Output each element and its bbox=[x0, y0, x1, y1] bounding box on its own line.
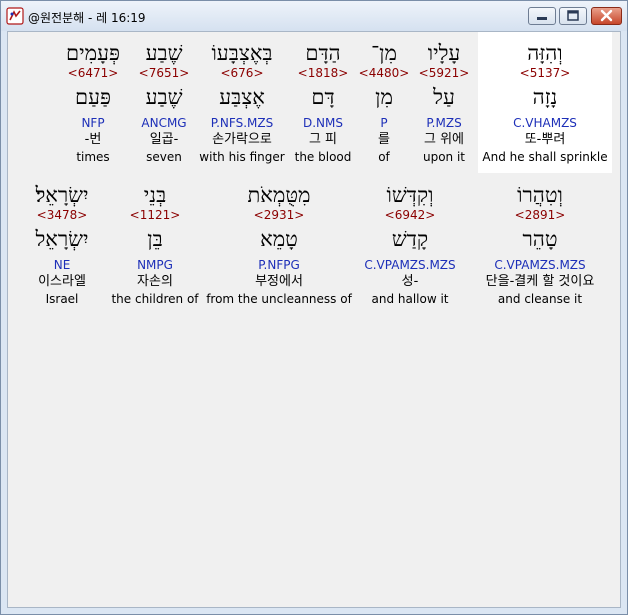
english-gloss: seven bbox=[146, 150, 182, 164]
strong-number[interactable]: <2891> bbox=[470, 208, 610, 223]
hebrew-word: שֶׁבַע bbox=[145, 41, 183, 65]
parsing-code: C.VHAMZS bbox=[513, 116, 577, 130]
strong-number[interactable]: <1121> bbox=[106, 208, 204, 223]
lemma-word: טָהֵר bbox=[522, 227, 558, 251]
hebrew-word: וְטִהֲרוֹ bbox=[517, 183, 563, 207]
word-unit[interactable]: שֶׁבַע <7651> שֶׁבַע ANCMG 일곱- seven bbox=[132, 40, 196, 165]
parsing-code: NMPG bbox=[137, 258, 173, 272]
word-unit[interactable]: מִטֻּמְאֹת <2931> טָמֵא P.NFPG 부정에서 from… bbox=[206, 182, 352, 307]
strong-number[interactable]: <3478> bbox=[20, 208, 104, 223]
strong-number[interactable]: <6471> bbox=[56, 66, 130, 81]
english-gloss: from the uncleanness of bbox=[206, 292, 352, 306]
korean-gloss: 이스라엘 bbox=[38, 274, 86, 289]
hebrew-word: פְּעָמִים bbox=[66, 41, 120, 65]
hebrew-word: וְקִדְּשׁוֹ bbox=[386, 183, 434, 207]
korean-gloss: 를 bbox=[378, 132, 390, 147]
strong-number[interactable]: <5921> bbox=[414, 66, 474, 81]
parsing-code: NE bbox=[53, 258, 71, 272]
lemma-word: יִשְׂרָאֵל bbox=[35, 227, 89, 251]
strong-number[interactable]: <676> bbox=[198, 66, 286, 81]
lemma-word: טָמֵא bbox=[260, 227, 298, 251]
lemma-word: נָזָה bbox=[532, 85, 558, 109]
parsing-code: P.MZS bbox=[426, 116, 462, 130]
english-gloss: and hallow it bbox=[371, 292, 449, 306]
lemma-word: עַל bbox=[433, 85, 455, 109]
word-unit[interactable]: וְקִדְּשׁוֹ <6942> קָדַשׁ C.VPAMZS.MZS 성… bbox=[354, 182, 466, 307]
hebrew-word: יִשְׂרָאֵל׃ bbox=[35, 183, 89, 207]
hebrew-word: בְּנֵי bbox=[143, 183, 167, 207]
app-window: @원전분해 - 레 16:19 וְהִזָּה <5137> נָזָה C.… bbox=[0, 0, 628, 615]
title-bar[interactable]: @원전분해 - 레 16:19 bbox=[1, 1, 627, 31]
minimize-button[interactable] bbox=[528, 7, 556, 25]
korean-gloss: 자손의 bbox=[137, 274, 173, 289]
close-icon bbox=[600, 9, 613, 22]
word-unit[interactable]: בְּאֶצְבָּעוֹ <676> אֶצְבַּע P.NFS.MZS 손… bbox=[198, 40, 286, 165]
strong-number[interactable]: <2931> bbox=[206, 208, 352, 223]
korean-gloss: 그 피 bbox=[308, 132, 338, 147]
hebrew-word: עָלָיו bbox=[427, 41, 461, 65]
hebrew-word: בְּאֶצְבָּעוֹ bbox=[211, 41, 273, 65]
korean-gloss: 그 위에 bbox=[423, 132, 464, 147]
maximize-icon bbox=[567, 10, 579, 21]
word-unit[interactable]: וְטִהֲרוֹ <2891> טָהֵר C.VPAMZS.MZS 단을-결… bbox=[470, 182, 610, 307]
hebrew-word: הַדָּם bbox=[305, 41, 341, 65]
parsing-code: P.NFS.MZS bbox=[210, 116, 274, 130]
lemma-word: שֶׁבַע bbox=[145, 85, 183, 109]
word-unit[interactable]: וְהִזָּה <5137> נָזָה C.VHAMZS 또-뿌려 And … bbox=[478, 32, 612, 173]
lemma-word: בֵּן bbox=[147, 227, 163, 251]
word-unit[interactable]: מִן־ <4480> מִן P 를 of bbox=[358, 40, 410, 165]
lemma-word: דָּם bbox=[311, 85, 335, 109]
hebrew-word: מִטֻּמְאֹת bbox=[247, 183, 311, 207]
strong-number[interactable]: <6942> bbox=[354, 208, 466, 223]
parsing-code: C.VPAMZS.MZS bbox=[364, 258, 456, 272]
korean-gloss: 손가락으로 bbox=[212, 132, 272, 147]
parsing-code: C.VPAMZS.MZS bbox=[494, 258, 586, 272]
close-button[interactable] bbox=[591, 7, 622, 25]
lemma-word: אֶצְבַּע bbox=[219, 85, 265, 109]
lemma-word: פַּעַם bbox=[75, 85, 111, 109]
english-gloss: And he shall sprinkle bbox=[482, 150, 608, 164]
strong-number[interactable]: <7651> bbox=[132, 66, 196, 81]
parsing-code: ANCMG bbox=[141, 116, 187, 130]
minimize-icon bbox=[537, 17, 547, 20]
english-gloss: and cleanse it bbox=[497, 292, 583, 306]
english-gloss: of bbox=[378, 150, 390, 164]
app-icon bbox=[6, 7, 24, 25]
parsing-code: NFP bbox=[81, 116, 105, 130]
korean-gloss: 일곱- bbox=[149, 132, 179, 147]
english-gloss: upon it bbox=[422, 150, 466, 164]
parsing-code: P bbox=[380, 116, 388, 130]
maximize-button[interactable] bbox=[559, 7, 587, 25]
word-unit[interactable]: פְּעָמִים <6471> פַּעַם NFP -번 times bbox=[56, 40, 130, 165]
interlinear-panel[interactable]: וְהִזָּה <5137> נָזָה C.VHAMZS 또-뿌려 And … bbox=[7, 31, 621, 608]
korean-gloss: 또-뿌려 bbox=[524, 132, 566, 147]
strong-number[interactable]: <4480> bbox=[358, 66, 410, 81]
word-unit[interactable]: הַדָּם <1818> דָּם D.NMS 그 피 the blood bbox=[290, 40, 356, 165]
word-unit[interactable]: עָלָיו <5921> עַל P.MZS 그 위에 upon it bbox=[414, 40, 474, 165]
lemma-word: קָדַשׁ bbox=[391, 227, 429, 251]
word-unit[interactable]: יִשְׂרָאֵל׃ <3478> יִשְׂרָאֵל NE 이스라엘 Is… bbox=[20, 182, 104, 307]
english-gloss: times bbox=[76, 150, 110, 164]
hebrew-word: וְהִזָּה bbox=[527, 41, 563, 65]
korean-gloss: 성- bbox=[401, 274, 419, 289]
english-gloss: the children of bbox=[111, 292, 199, 306]
english-gloss: Israel bbox=[45, 292, 79, 306]
parsing-code: D.NMS bbox=[302, 116, 343, 130]
english-gloss: with his finger bbox=[199, 150, 285, 164]
lemma-word: מִן bbox=[375, 85, 393, 109]
parsing-code: P.NFPG bbox=[258, 258, 300, 272]
hebrew-word: מִן־ bbox=[371, 41, 397, 65]
korean-gloss: 단을-결케 할 것이요 bbox=[485, 274, 595, 289]
strong-number[interactable]: <1818> bbox=[290, 66, 356, 81]
korean-gloss: 부정에서 bbox=[255, 274, 303, 289]
word-unit[interactable]: בְּנֵי <1121> בֵּן NMPG 자손의 the children… bbox=[106, 182, 204, 307]
strong-number[interactable]: <5137> bbox=[478, 66, 612, 81]
window-title: @원전분해 - 레 16:19 bbox=[28, 11, 146, 25]
korean-gloss: -번 bbox=[84, 132, 102, 147]
english-gloss: the blood bbox=[294, 150, 352, 164]
